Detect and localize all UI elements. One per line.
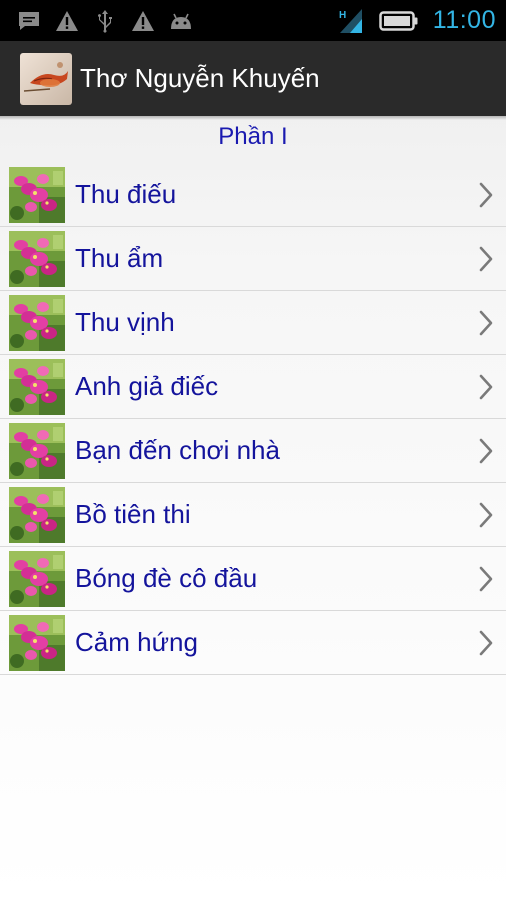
list-item-2[interactable]: Thu ẩm	[0, 227, 506, 291]
poem-list: Thu điếu Thu ẩm Thu vịnh Anh giả điếc Bạ…	[0, 163, 506, 675]
list-item-5[interactable]: Bạn đến chơi nhà	[0, 419, 506, 483]
status-bar-system: H 11:00	[337, 6, 506, 35]
signal-icon: H	[337, 8, 365, 34]
flower-thumbnail-icon	[9, 422, 65, 479]
warning-icon	[130, 8, 156, 34]
flower-thumbnail-icon	[9, 550, 65, 607]
signal-type-label: H	[339, 10, 346, 21]
list-item-label: Bồ tiên thi	[75, 499, 191, 529]
chevron-right-icon	[476, 245, 496, 273]
battery-icon	[379, 8, 419, 34]
flower-thumbnail-icon	[9, 358, 65, 415]
status-bar: H 11:00	[0, 0, 506, 41]
flower-thumbnail-icon	[9, 294, 65, 351]
list-item-label: Thu điếu	[75, 179, 177, 209]
list-item-label: Thu vịnh	[75, 307, 175, 337]
warning-icon	[54, 8, 80, 34]
flower-thumbnail-icon	[9, 614, 65, 671]
chevron-right-icon	[476, 309, 496, 337]
usb-icon	[92, 8, 118, 34]
list-item-label: Bóng đè cô đầu	[75, 563, 258, 593]
action-bar: Thơ Nguyễn Khuyến	[0, 41, 506, 116]
chevron-right-icon	[476, 181, 496, 209]
status-clock: 11:00	[432, 6, 496, 34]
list-item-7[interactable]: Bóng đè cô đầu	[0, 547, 506, 611]
chevron-right-icon	[476, 437, 496, 465]
chevron-right-icon	[476, 629, 496, 657]
list-item-label: Cảm hứng	[75, 627, 198, 657]
list-item-6[interactable]: Bồ tiên thi	[0, 483, 506, 547]
flower-thumbnail-icon	[9, 486, 65, 543]
flower-thumbnail-icon	[9, 230, 65, 287]
section-title: Phần I	[218, 123, 288, 150]
list-item-label: Bạn đến chơi nhà	[75, 435, 280, 465]
list-item-4[interactable]: Anh giả điếc	[0, 355, 506, 419]
list-item-3[interactable]: Thu vịnh	[0, 291, 506, 355]
flower-thumbnail-icon	[9, 166, 65, 223]
message-icon	[16, 8, 42, 34]
list-item-1[interactable]: Thu điếu	[0, 163, 506, 227]
app-title: Thơ Nguyễn Khuyến	[80, 63, 320, 93]
list-item-8[interactable]: Cảm hứng	[0, 611, 506, 675]
app-logo-icon[interactable]	[20, 52, 72, 105]
list-item-label: Thu ẩm	[75, 243, 164, 273]
android-icon	[168, 8, 194, 34]
list-item-label: Anh giả điếc	[75, 371, 219, 401]
chevron-right-icon	[476, 373, 496, 401]
chevron-right-icon	[476, 565, 496, 593]
status-bar-notifications	[0, 8, 194, 34]
chevron-right-icon	[476, 501, 496, 529]
